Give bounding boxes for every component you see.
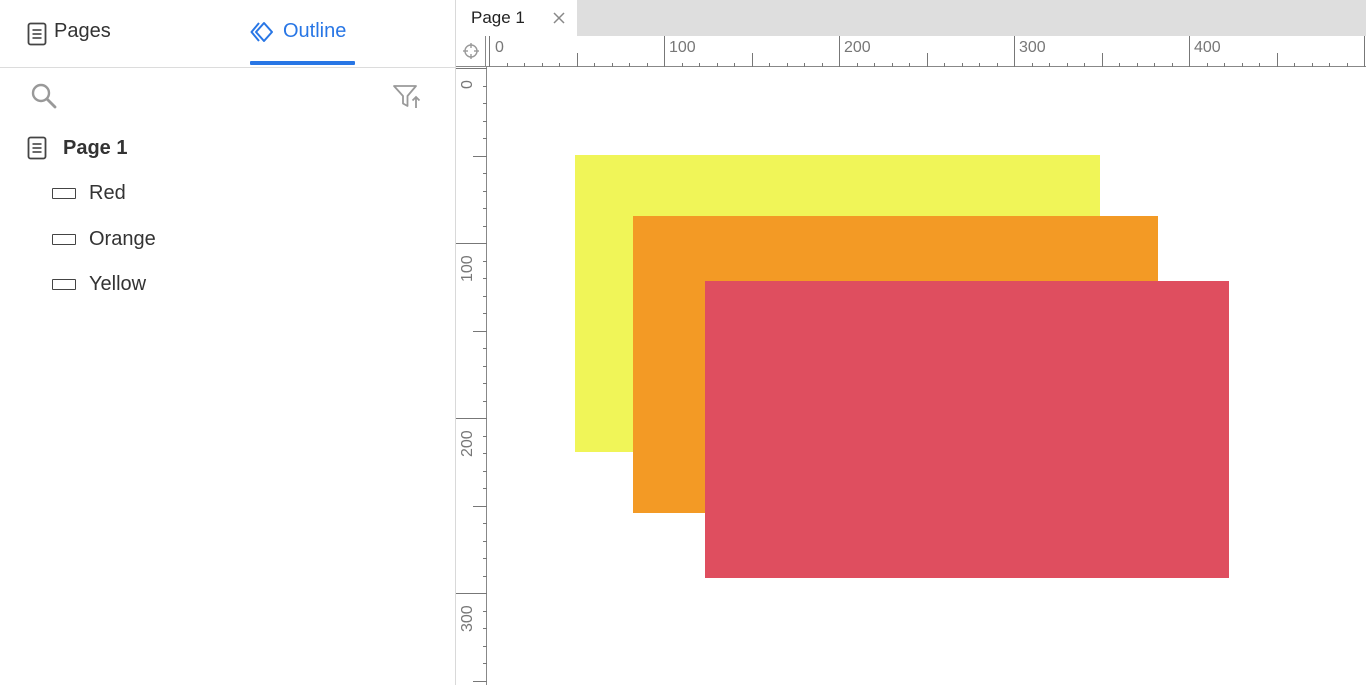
outline-icon — [250, 22, 273, 42]
tree-page-label: Page 1 — [63, 136, 128, 159]
search-icon[interactable] — [30, 82, 58, 110]
tab-pages[interactable]: Pages — [27, 20, 111, 66]
tree-item-label: Yellow — [89, 272, 147, 295]
horizontal-ruler[interactable]: 0 100 200 300 400 — [486, 36, 1366, 67]
outline-panel: Pages Outline Page 1 Red Orange Yellow — [0, 0, 456, 685]
horizontal-ruler-ticks — [489, 36, 1365, 67]
rectangle-icon — [52, 187, 76, 199]
document-tab-bar: Page 1 — [456, 0, 1366, 36]
panel-tabs: Pages Outline — [0, 0, 455, 68]
tree-item-orange[interactable]: Orange — [52, 224, 156, 254]
rectangle-icon — [52, 233, 76, 245]
shape-red-rectangle[interactable] — [705, 281, 1229, 578]
tree-item-label: Red — [89, 181, 126, 204]
vertical-ruler-ticks — [456, 68, 487, 682]
tab-outline[interactable]: Outline — [250, 20, 346, 66]
page-icon — [27, 22, 47, 46]
active-tab-indicator — [250, 61, 355, 65]
v-ruler-label: 200 — [459, 430, 476, 457]
v-ruler-label: 0 — [459, 80, 476, 89]
page-icon — [27, 136, 47, 160]
h-ruler-label: 100 — [669, 39, 696, 56]
h-ruler-label: 200 — [844, 39, 871, 56]
tree-item-yellow[interactable]: Yellow — [52, 269, 146, 299]
vertical-ruler[interactable]: 0 100 200 300 — [456, 67, 487, 685]
document-tab-label: Page 1 — [471, 8, 525, 27]
filter-icon[interactable] — [392, 83, 422, 111]
tree-item-page[interactable]: Page 1 — [27, 133, 127, 163]
close-icon[interactable] — [552, 11, 566, 25]
h-ruler-label: 300 — [1019, 39, 1046, 56]
rectangle-icon — [52, 278, 76, 290]
h-ruler-label: 0 — [495, 39, 504, 56]
drawing-canvas[interactable] — [487, 68, 1366, 685]
h-ruler-label: 400 — [1194, 39, 1221, 56]
document-tab[interactable]: Page 1 — [456, 0, 577, 36]
v-ruler-label: 100 — [459, 255, 476, 282]
ruler-origin-button[interactable] — [456, 36, 486, 67]
v-ruler-label: 300 — [459, 605, 476, 632]
tab-outline-label: Outline — [283, 20, 347, 42]
tab-pages-label: Pages — [54, 20, 111, 42]
crosshair-icon — [463, 43, 479, 59]
tree-item-label: Orange — [89, 227, 156, 250]
tree-item-red[interactable]: Red — [52, 178, 126, 208]
